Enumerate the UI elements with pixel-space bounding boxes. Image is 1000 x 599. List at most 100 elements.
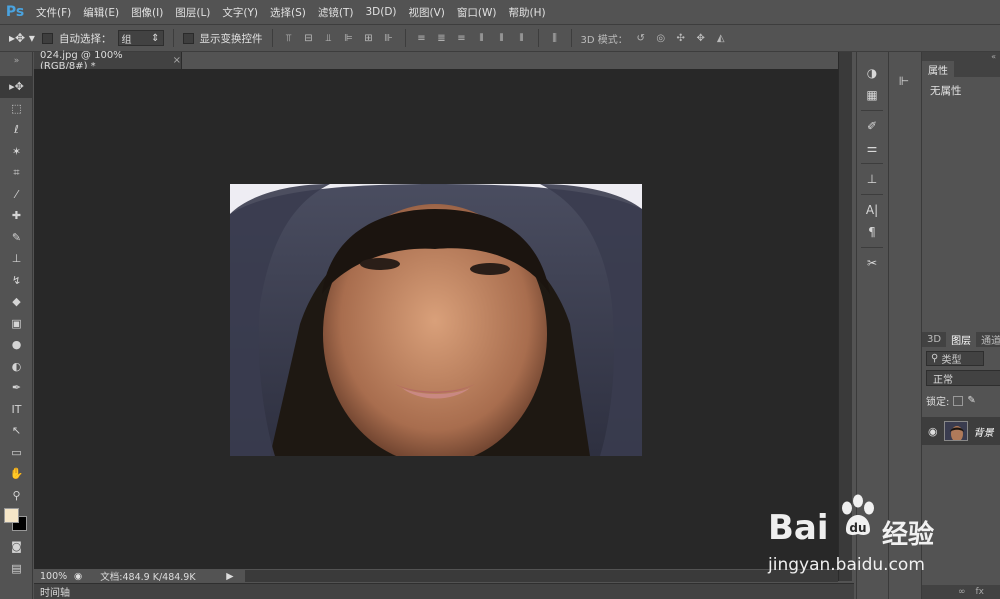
align-top-icon[interactable]: ⫪ [282, 31, 296, 45]
brush-panel-icon[interactable]: ✐ [857, 115, 887, 137]
blend-mode-dropdown[interactable]: 正常 [926, 370, 1000, 386]
document-image[interactable] [230, 184, 642, 456]
magic-wand-tool-icon[interactable]: ✶ [0, 141, 33, 163]
layer-row[interactable]: ◉ 背景 [922, 417, 1000, 445]
clone-source-icon[interactable]: ⊥ [857, 168, 887, 190]
menu-image[interactable]: 图像(I) [125, 5, 169, 20]
document-tab[interactable]: 024.jpg @ 100%(RGB/8#) * × [34, 50, 182, 72]
rectangle-tool-icon[interactable]: ▭ [0, 442, 33, 464]
distribute-top-icon[interactable]: ≡ [415, 31, 429, 45]
menu-3d[interactable]: 3D(D) [359, 6, 402, 18]
menu-view[interactable]: 视图(V) [403, 5, 451, 20]
tab-properties[interactable]: 属性 [922, 61, 954, 77]
auto-select-checkbox[interactable] [42, 32, 53, 44]
dodge-tool-icon[interactable]: ◐ [0, 356, 33, 378]
show-transform-checkbox[interactable] [182, 32, 194, 44]
auto-select-dropdown[interactable]: 组 ⇕ [117, 30, 164, 46]
layers-tab-row: 3D 图层 通道 [922, 332, 1000, 347]
zoom-level[interactable]: 100% [34, 571, 74, 582]
marquee-tool-icon[interactable]: ⬚ [0, 98, 33, 120]
status-info-icon[interactable]: ◉ [74, 571, 82, 582]
tab-layers[interactable]: 图层 [946, 332, 977, 347]
options-bar: ▸✥ ▾ 自动选择： 组 ⇕ 显示变换控件 ⫪ ⊟ ⫫ ⊫ ⊞ ⊪ ≡ ≣ ≡ … [0, 24, 1000, 52]
tab-3d[interactable]: 3D [922, 332, 946, 347]
menu-file[interactable]: 文件(F) [30, 5, 77, 20]
align-vcenter-icon[interactable]: ⊟ [302, 31, 316, 45]
eraser-tool-icon[interactable]: ◆ [0, 291, 33, 313]
panel-collapse-icon[interactable]: « [922, 52, 1000, 61]
lock-transparent-icon[interactable] [953, 395, 964, 406]
distribute-right-icon[interactable]: ⦀ [515, 31, 529, 45]
pen-tool-icon[interactable]: ✒ [0, 377, 33, 399]
timeline-panel-tab[interactable]: 时间轴 [34, 583, 854, 599]
foreground-color-swatch[interactable] [4, 508, 19, 523]
lasso-tool-icon[interactable]: ℓ [0, 119, 33, 141]
3d-drag-icon[interactable]: ✣ [674, 31, 688, 45]
distribute-vcenter-icon[interactable]: ≣ [435, 31, 449, 45]
divider [537, 29, 539, 47]
menu-select[interactable]: 选择(S) [264, 5, 312, 20]
align-hcenter-icon[interactable]: ⊞ [362, 31, 376, 45]
paw-logo-icon: du [842, 494, 874, 535]
menu-type[interactable]: 文字(Y) [216, 5, 264, 20]
layer-thumbnail [943, 421, 968, 441]
quick-mask-icon[interactable]: ◙ [0, 536, 33, 558]
properties-panel-icon[interactable]: ⊩ [889, 70, 919, 92]
layer-filter-dropdown[interactable]: ⚲ 类型 [926, 351, 984, 366]
menu-help[interactable]: 帮助(H) [503, 5, 552, 20]
stamp-tool-icon[interactable]: ⊥ [0, 248, 33, 270]
paragraph-panel-icon[interactable]: ¶ [857, 221, 887, 243]
close-icon[interactable]: × [173, 55, 181, 66]
3d-mode-label: 3D 模式： [580, 34, 628, 46]
distribute-left-icon[interactable]: ⦀ [475, 31, 489, 45]
tool-presets-icon[interactable]: ✂ [857, 252, 887, 274]
zoom-tool-icon[interactable]: ⚲ [0, 485, 33, 507]
horizontal-scrollbar[interactable] [245, 570, 838, 582]
menu-layer[interactable]: 图层(L) [169, 5, 216, 20]
move-tool-icon[interactable]: ▸✥ [0, 76, 33, 98]
menu-window[interactable]: 窗口(W) [451, 5, 503, 20]
hand-tool-icon[interactable]: ✋ [0, 463, 33, 485]
color-swatches[interactable] [0, 506, 33, 536]
status-menu-arrow-icon[interactable]: ▶ [226, 571, 233, 582]
lock-brush-icon[interactable]: ✎ [967, 395, 975, 406]
type-tool-icon[interactable]: IT [0, 399, 33, 421]
search-icon: ⚲ [931, 353, 942, 364]
brush-presets-icon[interactable]: ⚌ [857, 137, 887, 159]
move-tool-preset-icon[interactable]: ▸✥ ▾ [8, 28, 36, 48]
history-brush-tool-icon[interactable]: ↯ [0, 270, 33, 292]
menu-filter[interactable]: 滤镜(T) [312, 5, 360, 20]
3d-slide-icon[interactable]: ✥ [694, 31, 708, 45]
distribute-hcenter-icon[interactable]: ⫴ [495, 31, 509, 45]
eyedropper-tool-icon[interactable]: ⁄ [0, 184, 33, 206]
character-panel-icon[interactable]: A| [857, 199, 887, 221]
3d-roll-icon[interactable]: ◎ [654, 31, 668, 45]
gradient-tool-icon[interactable]: ▣ [0, 313, 33, 335]
no-properties-text: 无属性 [930, 85, 962, 97]
auto-align-icon[interactable]: ⫼ [548, 31, 562, 45]
3d-scale-icon[interactable]: ◭ [714, 31, 728, 45]
eye-icon[interactable]: ◉ [928, 425, 938, 438]
timeline-label: 时间轴 [40, 588, 70, 599]
fx-icon[interactable]: fx [976, 587, 985, 597]
distribute-bottom-icon[interactable]: ≡ [455, 31, 469, 45]
healing-brush-tool-icon[interactable]: ✚ [0, 205, 33, 227]
align-bottom-icon[interactable]: ⫫ [322, 31, 336, 45]
screen-mode-icon[interactable]: ▤ [0, 558, 33, 580]
3d-rotate-icon[interactable]: ↺ [634, 31, 648, 45]
crop-tool-icon[interactable]: ⌗ [0, 162, 33, 184]
menu-edit[interactable]: 编辑(E) [77, 5, 125, 20]
color-panel-icon[interactable]: ◑ [857, 62, 887, 84]
align-right-icon[interactable]: ⊪ [382, 31, 396, 45]
properties-panel: « 属性 无属性 [921, 52, 1000, 332]
swatches-panel-icon[interactable]: ▦ [857, 84, 887, 106]
auto-select-label: 自动选择： [59, 32, 112, 45]
align-left-icon[interactable]: ⊫ [342, 31, 356, 45]
brush-tool-icon[interactable]: ✎ [0, 227, 33, 249]
blur-tool-icon[interactable]: ● [0, 334, 33, 356]
collapse-toolbar-icon[interactable]: » [0, 56, 33, 70]
link-icon[interactable]: ∞ [958, 587, 966, 597]
path-selection-tool-icon[interactable]: ↖ [0, 420, 33, 442]
dock-collapse-icon[interactable] [857, 52, 886, 62]
tab-channels[interactable]: 通道 [976, 332, 1000, 347]
